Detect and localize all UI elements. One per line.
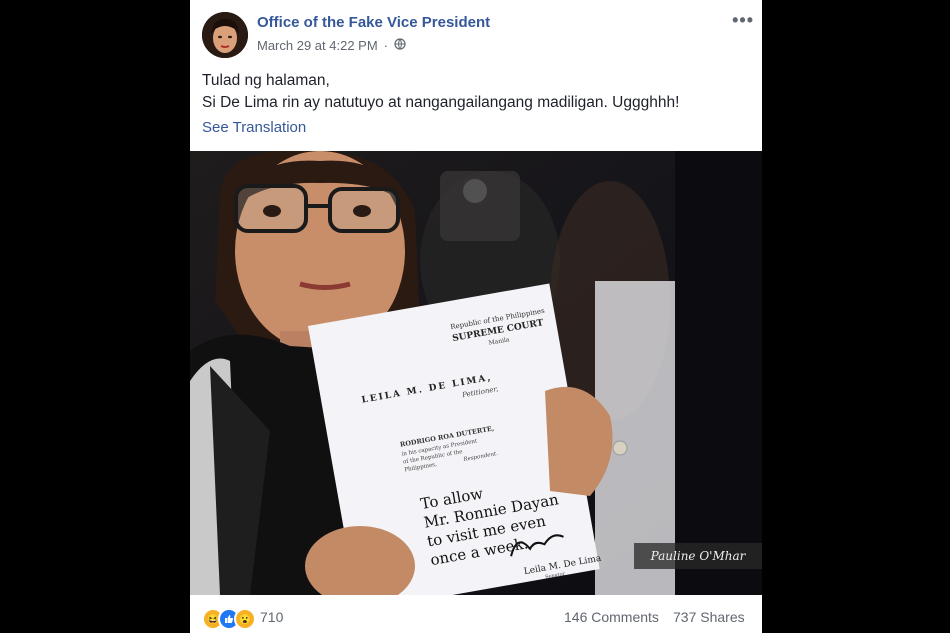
wow-icon: 😮 [234, 608, 256, 630]
globe-icon[interactable] [394, 38, 406, 53]
post-photo[interactable]: Republic of the Philippines SUPREME COUR… [190, 151, 762, 595]
dot-separator: · [383, 38, 389, 53]
see-translation-link[interactable]: See Translation [202, 119, 306, 136]
reactions-summary[interactable]: 😆 😮 [202, 608, 256, 630]
photo-watermark: Pauline O'Mhar [634, 543, 762, 569]
post-text: Tulad ng halaman, Si De Lima rin ay natu… [202, 72, 680, 111]
shares-count-link[interactable]: 737 Shares [673, 609, 745, 625]
page-avatar[interactable] [202, 12, 248, 58]
post-timestamp[interactable]: March 29 at 4:22 PM [257, 38, 378, 53]
reaction-count[interactable]: 710 [260, 609, 283, 625]
post-meta: March 29 at 4:22 PM · [257, 38, 406, 53]
facebook-post-card: Office of the Fake Vice President March … [190, 0, 762, 633]
comments-count-link[interactable]: 146 Comments [564, 609, 659, 625]
page-name-link[interactable]: Office of the Fake Vice President [257, 14, 490, 31]
avatar-image [202, 12, 248, 58]
ellipsis-icon[interactable]: ••• [732, 10, 754, 31]
